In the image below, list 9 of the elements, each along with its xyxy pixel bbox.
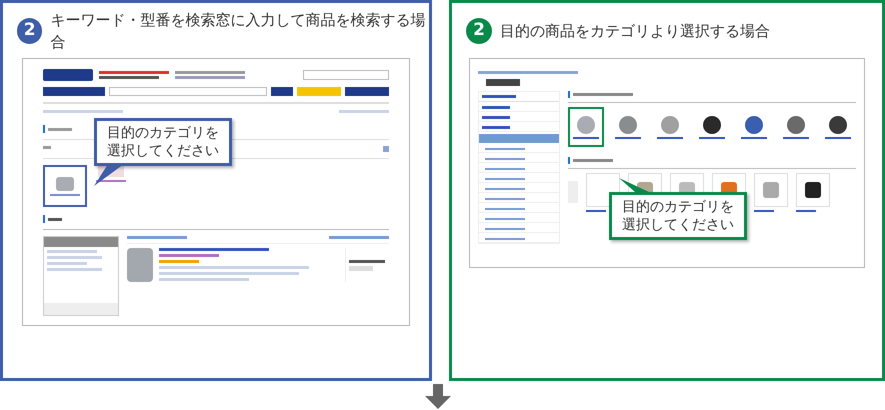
panel-title: キーワード・型番を検索窓に入力して商品を検索する場合 xyxy=(50,10,426,53)
callout-pointer xyxy=(619,178,649,194)
step-number-badge: 2 xyxy=(17,18,42,44)
down-arrow-icon xyxy=(424,384,450,409)
panel-title: 目的の商品をカテゴリより選択する場合 xyxy=(500,20,770,42)
callout-pointer xyxy=(94,164,124,186)
callout-box: 目的のカテゴリを 選択してください xyxy=(609,192,747,240)
callout-box: 目的のカテゴリを 選択してください xyxy=(94,118,232,166)
step-number-badge: 2 xyxy=(466,18,492,44)
